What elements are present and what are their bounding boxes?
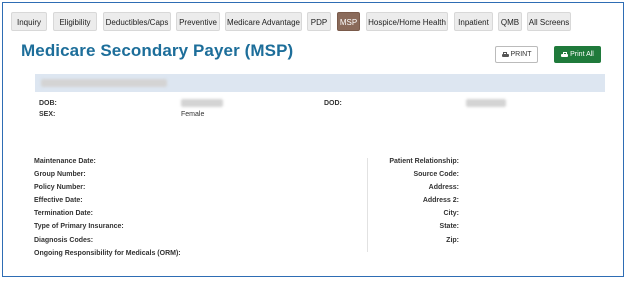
sex-value: Female	[181, 111, 205, 118]
tab-inpatient[interactable]: Inpatient	[454, 12, 493, 31]
dod-label: DOD:	[324, 100, 342, 107]
zip-label: Zip:	[446, 237, 459, 244]
print-all-button-label: Print All	[570, 51, 594, 58]
patient-relationship-label: Patient Relationship:	[389, 158, 459, 165]
page-title: Medicare Secondary Payer (MSP)	[21, 41, 294, 60]
group-number-label: Group Number:	[34, 171, 86, 178]
print-button-label: PRINT	[510, 51, 532, 58]
tab-msp[interactable]: MSP	[337, 12, 360, 31]
primary-insurance-type-label: Type of Primary Insurance:	[34, 223, 124, 230]
city-label: City:	[443, 210, 459, 217]
address-2-label: Address 2:	[422, 197, 459, 204]
diagnosis-codes-label: Diagnosis Codes:	[34, 237, 94, 244]
address-label: Address:	[428, 184, 459, 191]
maintenance-date-label: Maintenance Date:	[34, 158, 96, 165]
tab-deductibles-caps[interactable]: Deductibles/Caps	[103, 12, 171, 31]
printer-icon	[501, 51, 509, 58]
patient-name-bar	[35, 74, 605, 92]
tab-hospice-home-health[interactable]: Hospice/Home Health	[366, 12, 448, 31]
redacted-dod	[466, 99, 506, 107]
state-label: State:	[439, 223, 459, 230]
termination-date-label: Termination Date:	[34, 210, 93, 217]
effective-date-label: Effective Date:	[34, 197, 83, 204]
policy-number-label: Policy Number:	[34, 184, 86, 191]
printer-icon	[561, 51, 569, 58]
tab-qmb[interactable]: QMB	[498, 12, 522, 31]
tab-all-screens[interactable]: All Screens	[527, 12, 571, 31]
tab-preventive[interactable]: Preventive	[176, 12, 220, 31]
msp-panel: Inquiry Eligibility Deductibles/Caps Pre…	[2, 2, 624, 277]
redacted-dob	[181, 99, 223, 107]
tab-eligibility[interactable]: Eligibility	[53, 12, 97, 31]
print-button[interactable]: PRINT	[495, 46, 538, 63]
tab-inquiry[interactable]: Inquiry	[11, 12, 47, 31]
tab-medicare-advantage[interactable]: Medicare Advantage	[225, 12, 302, 31]
orm-label: Ongoing Responsibility for Medicals (ORM…	[34, 250, 181, 257]
source-code-label: Source Code:	[413, 171, 459, 178]
dob-label: DOB:	[39, 100, 57, 107]
redacted-patient-name	[41, 79, 167, 87]
tab-pdp[interactable]: PDP	[307, 12, 331, 31]
sex-label: SEX:	[39, 111, 56, 118]
print-all-button[interactable]: Print All	[554, 46, 601, 63]
